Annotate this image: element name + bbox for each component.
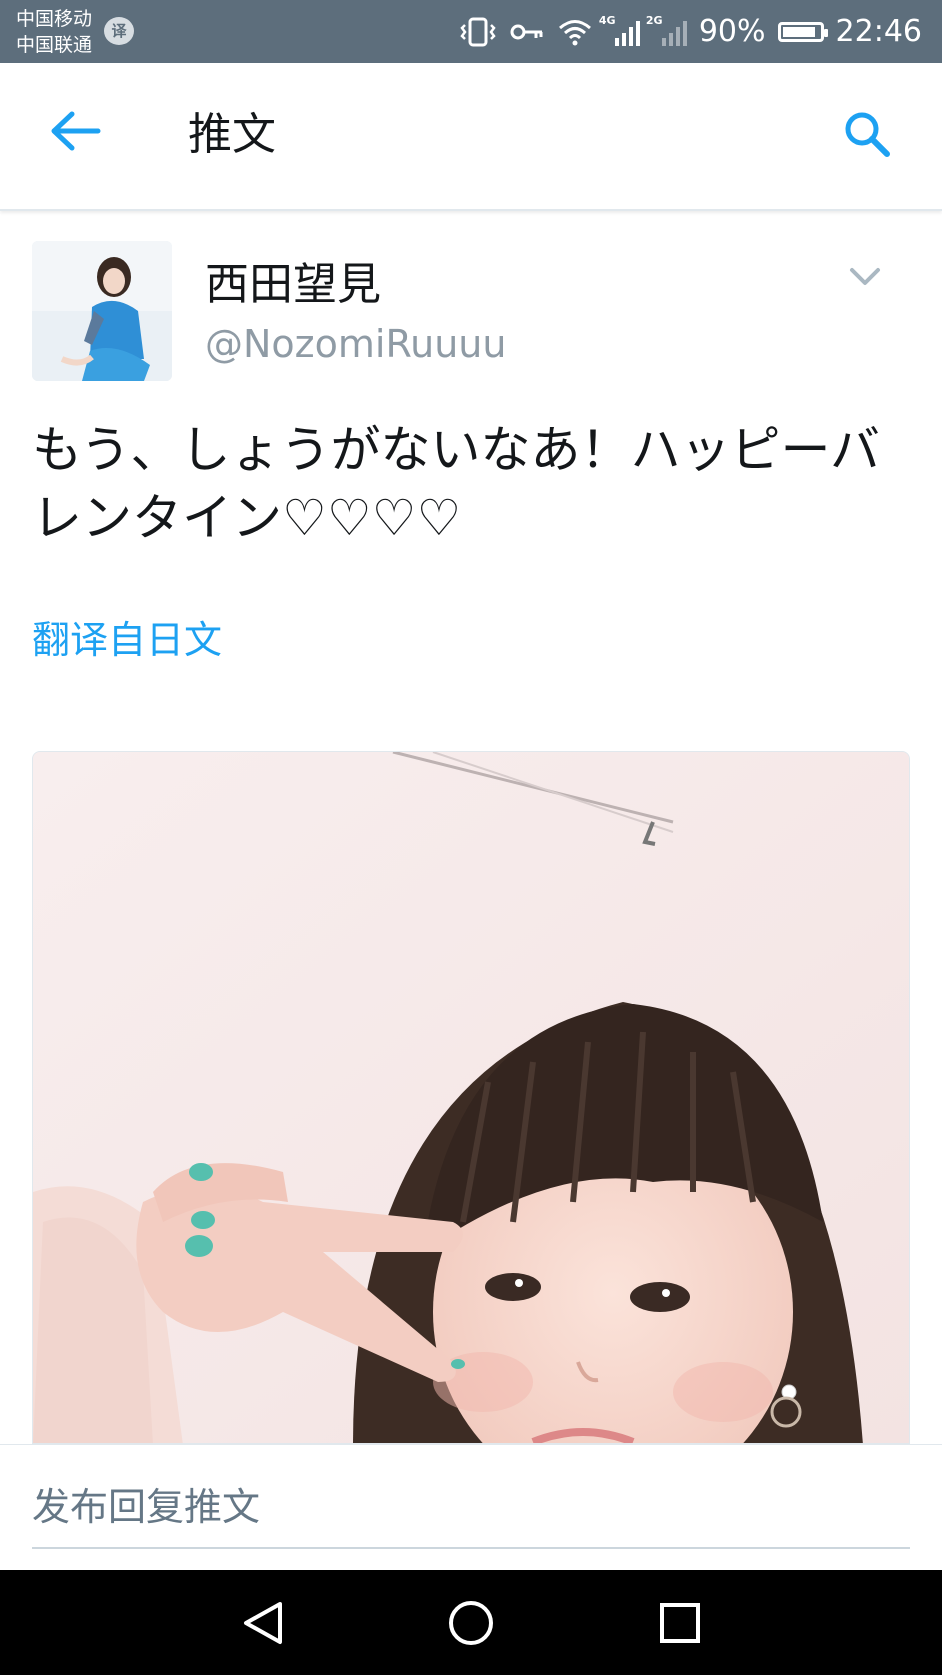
carrier-info: 中国移动 中国联通: [16, 6, 92, 58]
search-icon[interactable]: [842, 109, 892, 159]
carrier-1: 中国移动: [16, 8, 93, 30]
signal-4g-label: 4G: [598, 13, 616, 27]
reply-bar: [0, 1444, 942, 1571]
clock: 22:46: [835, 14, 922, 49]
page-title: 推文: [188, 109, 276, 160]
wifi-icon: [558, 19, 591, 45]
app-header: 推文: [0, 63, 942, 211]
arrow-left-icon[interactable]: [48, 109, 102, 153]
reply-input[interactable]: [32, 1467, 910, 1549]
home-circle-icon[interactable]: [446, 1598, 496, 1648]
signal-2g-icon: 2G: [646, 14, 687, 46]
status-icons: 4G 2G 90% 22:46: [459, 0, 922, 63]
user-handle[interactable]: @NozomiRuuuu: [205, 319, 506, 369]
vibrate-icon: [460, 17, 496, 46]
tweet-text: もう、しょうがないなあ！ハッピーバレンタイン♡♡♡♡: [32, 421, 880, 547]
display-name[interactable]: 西田望見: [205, 257, 381, 313]
translate-badge-icon: 译: [104, 17, 134, 45]
battery-icon: [777, 21, 828, 42]
tweet-photo[interactable]: [32, 751, 910, 1444]
back-triangle-icon[interactable]: [238, 1598, 288, 1648]
key-icon: [510, 24, 543, 39]
signal-4g-icon: 4G: [599, 14, 640, 46]
avatar[interactable]: [32, 241, 172, 381]
avatar-image: [32, 241, 172, 381]
system-navigation-bar: [0, 1570, 942, 1675]
recents-square-icon[interactable]: [655, 1598, 705, 1648]
chevron-down-icon[interactable]: [848, 264, 882, 290]
carrier-2: 中国联通: [16, 34, 93, 56]
battery-percent: 90%: [698, 14, 766, 49]
status-bar: 中国移动 中国联通 译 4G 2G 90% 22:46: [0, 0, 942, 63]
signal-2g-label: 2G: [645, 13, 663, 27]
translate-link[interactable]: 翻译自日文: [32, 612, 222, 668]
photo-image: [33, 752, 909, 1443]
battery-fill: [782, 26, 815, 37]
